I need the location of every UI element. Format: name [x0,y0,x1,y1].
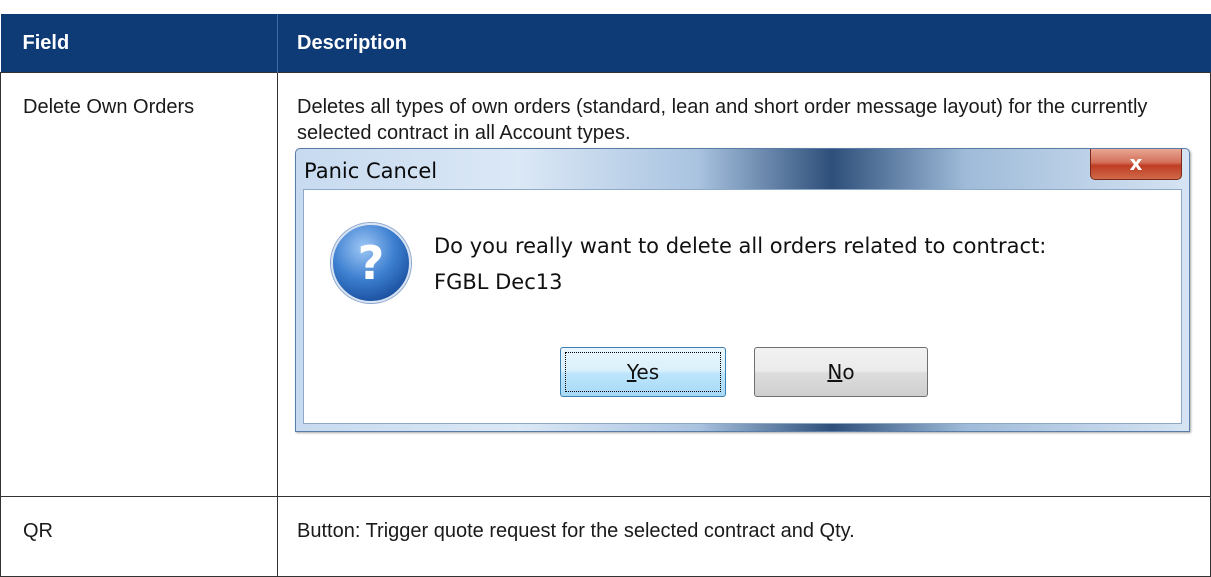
no-label-rest: o [842,360,855,384]
dialog-body: ? Do you really want to delete all order… [303,189,1182,424]
close-icon: x [1129,151,1143,175]
dialog-message: Do you really want to delete all orders … [434,228,1046,300]
field-description-table: Field Description Delete Own Orders Dele… [0,14,1211,577]
focus-rectangle [565,352,721,392]
message-line-1: Do you really want to delete all orders … [434,234,1047,258]
table-header-row: Field Description [0,14,1211,73]
column-header-description: Description [277,14,1211,73]
description-text: Deletes all types of own orders (standar… [297,96,1148,144]
panic-cancel-dialog: Panic Cancel x ? Do you really want to d… [295,148,1190,432]
no-button[interactable]: No [754,347,928,397]
field-cell: Delete Own Orders [0,72,278,497]
question-icon: ? [331,223,411,303]
dialog-title: Panic Cancel [304,159,438,183]
field-cell: QR [0,496,278,577]
top-margin [0,0,1211,14]
dialog-titlebar: Panic Cancel x [296,149,1189,189]
table-row: QR Button: Trigger quote request for the… [0,496,1211,577]
close-button[interactable]: x [1090,149,1182,180]
yes-button[interactable]: Yes [560,347,726,397]
column-header-field: Field [0,14,278,73]
table-row: Delete Own Orders Deletes all types of o… [0,72,1211,497]
no-accelerator: N [827,360,843,384]
description-cell: Deletes all types of own orders (standar… [277,72,1211,497]
description-cell: Button: Trigger quote request for the se… [277,496,1211,577]
message-line-2: FGBL Dec13 [434,270,563,294]
